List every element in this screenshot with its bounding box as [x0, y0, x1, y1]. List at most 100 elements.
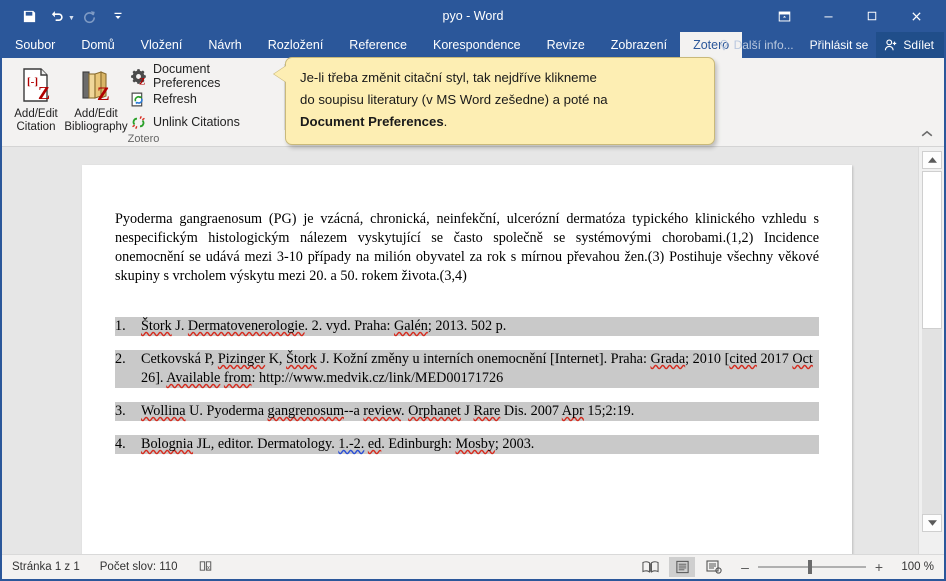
status-bar-left: Stránka 1 z 1 Počet slov: 110 x: [2, 559, 213, 576]
tab-revize[interactable]: Revize: [534, 32, 598, 58]
tab-korespondence[interactable]: Korespondence: [420, 32, 534, 58]
bibliography-entry-4[interactable]: 4. Bolognia JL, editor. Dermatology. 1.-…: [115, 435, 819, 454]
bib-line: Wollina U. Pyoderma gangrenosum--a revie…: [141, 403, 635, 419]
sign-in-button[interactable]: Přihlásit se: [802, 32, 877, 58]
add-edit-bibliography-button[interactable]: Z Add/Edit Bibliography: [64, 62, 128, 134]
callout-line-2: do soupisu literatury (v MS Word zešedne…: [300, 92, 608, 107]
bibliography-entry-1[interactable]: 1. Štork J. Dermatovenerologie. 2. vyd. …: [115, 317, 819, 336]
callout-line-3: Document Preferences.: [300, 111, 700, 133]
ribbon-display-options-button[interactable]: [762, 1, 806, 31]
callout-tail: [274, 66, 286, 82]
bibliography-text[interactable]: Štork J. Dermatovenerologie. 2. vyd. Pra…: [141, 317, 819, 336]
tab-domu[interactable]: Domů: [68, 32, 127, 58]
lightbulb-icon: [720, 39, 728, 51]
bib-line: Cetkovská P, Pizinger K, Štork J. Kožní …: [141, 351, 722, 367]
zoom-slider[interactable]: [758, 560, 866, 574]
bibliography-text[interactable]: Cetkovská P, Pizinger K, Štork J. Kožní …: [141, 350, 819, 388]
scrollbar-spacer: [922, 534, 942, 552]
bibliography-number: 3.: [115, 402, 141, 421]
vertical-scrollbar[interactable]: [918, 147, 944, 556]
scrollbar-track[interactable]: [922, 329, 942, 514]
zoom-slider-thumb[interactable]: [808, 560, 812, 574]
zoom-control: – + 100 %: [739, 559, 934, 575]
title-bar: ▼ pyo - Word: [2, 0, 944, 32]
share-label: Sdílet: [903, 38, 934, 52]
read-mode-button[interactable]: [637, 557, 663, 577]
callout-bold-term: Document Preferences: [300, 114, 444, 129]
add-edit-citation-label-line1: Add/Edit: [14, 108, 58, 120]
proofing-errors-icon[interactable]: x: [198, 559, 213, 576]
print-layout-button[interactable]: [669, 557, 695, 577]
ribbon-group-zotero: [-] Z Add/Edit Citation Z Add/Edit Bibli…: [2, 58, 285, 147]
collapse-ribbon-button[interactable]: [920, 128, 934, 142]
unlink-citations-button[interactable]: Unlink Citations: [130, 111, 285, 133]
bib-line: Bolognia JL, editor. Dermatology. 1.-2. …: [141, 436, 535, 452]
tab-soubor[interactable]: Soubor: [2, 32, 68, 58]
person-add-icon: [885, 39, 897, 51]
unlink-citations-label: Unlink Citations: [153, 115, 240, 129]
ribbon-group-label: Zotero: [127, 133, 160, 145]
zoom-out-button[interactable]: –: [739, 559, 751, 575]
ribbon-tabs: Soubor Domů Vložení Návrh Rozložení Refe…: [2, 32, 743, 58]
page-indicator[interactable]: Stránka 1 z 1: [12, 561, 80, 573]
refresh-icon: [130, 91, 147, 108]
ribbon-tab-strip: Soubor Domů Vložení Návrh Rozložení Refe…: [2, 32, 944, 58]
zotero-small-commands: Z Document Preferences Refresh Unlink Ci…: [130, 62, 285, 134]
tab-zobrazeni[interactable]: Zobrazení: [598, 32, 680, 58]
instruction-callout: Je-li třeba změnit citační styl, tak nej…: [274, 57, 715, 145]
callout-period: .: [443, 114, 448, 129]
bibliography-number: 1.: [115, 317, 141, 336]
document-preferences-button[interactable]: Z Document Preferences: [130, 62, 285, 90]
bib-line: Štork J. Dermatovenerologie. 2. vyd. Pra…: [141, 318, 507, 334]
bibliography-list[interactable]: 1. Štork J. Dermatovenerologie. 2. vyd. …: [115, 317, 819, 454]
bibliography-entry-2[interactable]: 2. Cetkovská P, Pizinger K, Štork J. Kož…: [115, 350, 819, 388]
add-edit-bibliography-label-line1: Add/Edit: [74, 108, 118, 120]
scrollbar-thumb[interactable]: [922, 171, 942, 329]
status-bar-right: – + 100 %: [637, 557, 944, 577]
web-layout-button[interactable]: [701, 557, 727, 577]
svg-text:Z: Z: [38, 83, 50, 103]
bibliography-number: 4.: [115, 435, 141, 454]
zoom-in-button[interactable]: +: [873, 559, 885, 575]
tell-me-label: Další info...: [733, 38, 794, 52]
tab-rozlozeni[interactable]: Rozložení: [255, 32, 337, 58]
svg-text:Z: Z: [139, 76, 145, 85]
page-content: Pyoderma gangraenosum (PG) je vzácná, ch…: [115, 210, 819, 468]
bibliography-text[interactable]: Wollina U. Pyoderma gangrenosum--a revie…: [141, 402, 819, 421]
minimize-button[interactable]: [806, 1, 850, 31]
document-paragraph[interactable]: Pyoderma gangraenosum (PG) je vzácná, ch…: [115, 210, 819, 286]
add-edit-citation-icon: [-] Z: [23, 68, 50, 103]
refresh-button[interactable]: Refresh: [130, 88, 285, 110]
word-count[interactable]: Počet slov: 110: [100, 561, 178, 573]
tab-strip-right: Další info... Přihlásit se Sdílet: [710, 32, 944, 58]
close-button[interactable]: [894, 1, 938, 31]
refresh-label: Refresh: [153, 92, 197, 106]
bibliography-number: 2.: [115, 350, 141, 388]
document-page[interactable]: Pyoderma gangraenosum (PG) je vzácná, ch…: [82, 165, 852, 556]
add-edit-citation-button[interactable]: [-] Z Add/Edit Citation: [6, 62, 66, 134]
scroll-up-button[interactable]: [922, 151, 942, 169]
document-canvas[interactable]: Pyoderma gangraenosum (PG) je vzácná, ch…: [2, 147, 918, 556]
tell-me-button[interactable]: Další info...: [710, 32, 802, 58]
tab-vlozeni[interactable]: Vložení: [128, 32, 196, 58]
window-controls: [762, 0, 938, 32]
tab-reference[interactable]: Reference: [336, 32, 420, 58]
tab-navrh[interactable]: Návrh: [195, 32, 254, 58]
svg-text:x: x: [206, 564, 209, 571]
scroll-down-button[interactable]: [922, 514, 942, 532]
callout-line-1: Je-li třeba změnit citační styl, tak nej…: [300, 70, 597, 85]
svg-text:[-]: [-]: [27, 76, 38, 88]
add-edit-bibliography-label-line2: Bibliography: [64, 121, 128, 133]
word-window: ▼ pyo - Word Soubor Domů Vložení Návrh R…: [0, 0, 946, 581]
bibliography-text[interactable]: Bolognia JL, editor. Dermatology. 1.-2. …: [141, 435, 819, 454]
unlink-citations-icon: [130, 114, 147, 131]
share-button[interactable]: Sdílet: [876, 32, 944, 58]
bibliography-entry-3[interactable]: 3. Wollina U. Pyoderma gangrenosum--a re…: [115, 402, 819, 421]
maximize-button[interactable]: [850, 1, 894, 31]
svg-text:Z: Z: [97, 84, 110, 105]
document-preferences-label: Document Preferences: [153, 62, 221, 90]
zoom-level-label[interactable]: 100 %: [892, 561, 934, 573]
document-preferences-icon: Z: [130, 68, 147, 85]
status-bar: Stránka 1 z 1 Počet slov: 110 x – + 100 …: [2, 554, 944, 579]
add-edit-bibliography-icon: Z: [82, 71, 110, 105]
